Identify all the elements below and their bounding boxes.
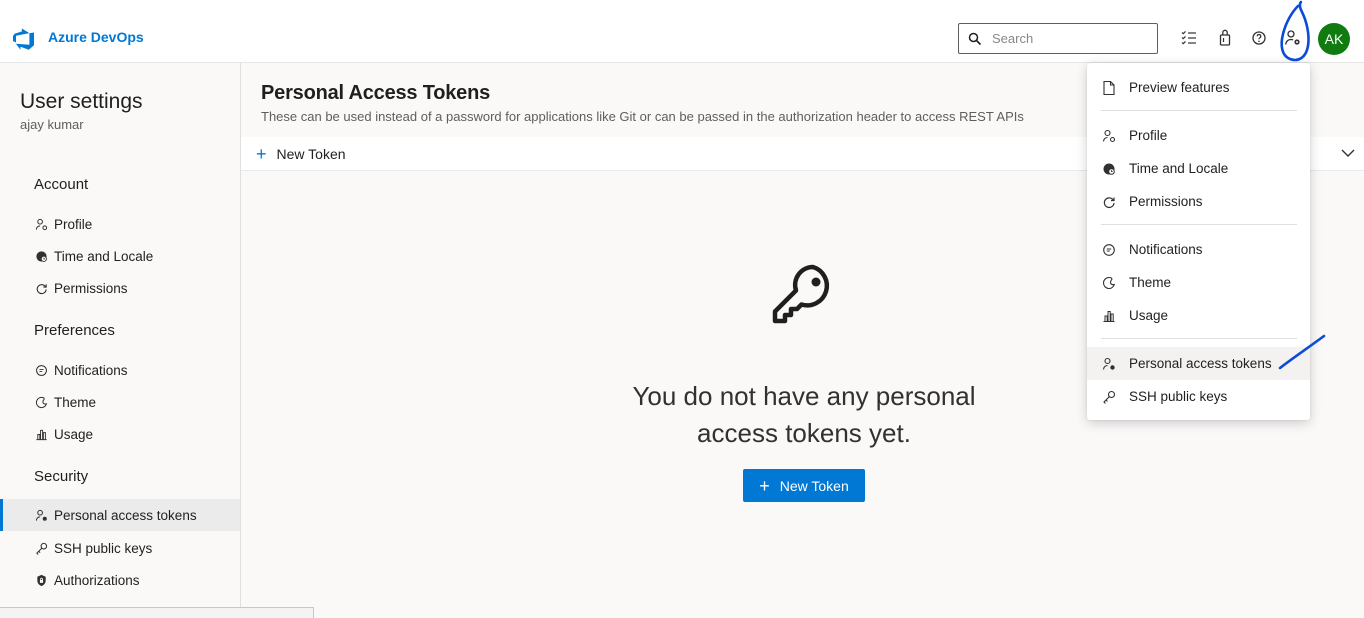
sidebar-item-label: Theme <box>54 394 97 410</box>
menu-item-label: Time and Locale <box>1129 161 1229 176</box>
menu-item-label: Theme <box>1129 275 1172 290</box>
menu-item-label: Preview features <box>1129 80 1230 95</box>
sidebar-user-name: ajay kumar <box>20 117 84 132</box>
plus-icon: + <box>759 475 770 496</box>
permissions-icon <box>34 281 48 295</box>
brand-link[interactable]: Azure DevOps <box>12 27 144 51</box>
sidebar-item-profile[interactable]: Profile <box>0 208 240 240</box>
new-token-command[interactable]: + New Token <box>256 144 346 164</box>
new-token-button[interactable]: + New Token <box>743 469 865 502</box>
profile-icon <box>1101 128 1117 144</box>
sidebar-item-usage[interactable]: Usage <box>0 418 240 450</box>
key-icon <box>34 541 48 555</box>
sidebar-item-label: Personal access tokens <box>54 507 197 523</box>
sidebar-item-time-and-locale[interactable]: Time and Locale <box>0 240 240 272</box>
sidebar-item-label: SSH public keys <box>54 540 153 556</box>
menu-item-label: Personal access tokens <box>1129 356 1272 371</box>
notifications-icon <box>34 363 48 377</box>
sidebar-item-label: Permissions <box>54 280 128 296</box>
lock-icon <box>34 573 48 587</box>
menu-item-label: Usage <box>1129 308 1169 323</box>
sidebar-group-account: Account <box>34 176 89 193</box>
menu-item-label: Profile <box>1129 128 1168 143</box>
sidebar-item-authorizations[interactable]: Authorizations <box>0 564 240 596</box>
sidebar-item-ssh-public-keys[interactable]: SSH public keys <box>0 532 240 564</box>
menu-item-personal-access-tokens[interactable]: Personal access tokens <box>1087 347 1310 380</box>
search-input[interactable] <box>992 31 1142 46</box>
globe-icon <box>1101 161 1117 177</box>
user-settings-menu: Preview features Profile Time and Locale… <box>1087 63 1310 420</box>
user-gear-icon <box>1285 30 1300 45</box>
profile-icon <box>34 217 48 231</box>
menu-item-time-and-locale[interactable]: Time and Locale <box>1087 152 1310 185</box>
globe-icon <box>34 249 48 263</box>
theme-icon <box>1101 275 1117 291</box>
azure-devops-logo-icon <box>13 28 34 50</box>
document-icon <box>1101 80 1117 96</box>
shopping-bag-icon <box>1219 29 1231 46</box>
top-bar: Azure DevOps Search AK <box>0 0 1364 63</box>
sidebar-group-preferences: Preferences <box>34 322 115 339</box>
search-icon <box>968 32 982 45</box>
menu-item-notifications[interactable]: Notifications <box>1087 233 1310 266</box>
sidebar-item-personal-access-tokens[interactable]: Personal access tokens <box>0 499 240 531</box>
menu-divider <box>1101 110 1297 111</box>
brand-name: Azure DevOps <box>48 29 144 45</box>
new-token-command-label: New Token <box>276 146 346 162</box>
help-glyph-icon <box>1252 31 1266 45</box>
key-illustration-icon <box>772 264 830 324</box>
menu-item-label: SSH public keys <box>1129 389 1228 404</box>
sidebar-group-security: Security <box>34 468 89 485</box>
sidebar-item-label: Profile <box>54 216 93 232</box>
user-settings-icon[interactable] <box>1283 28 1303 48</box>
sidebar-item-theme[interactable]: Theme <box>0 386 240 418</box>
page-description: These can be used instead of a password … <box>261 109 1024 124</box>
permissions-icon <box>1101 194 1117 210</box>
notifications-icon <box>1101 242 1117 258</box>
sidebar-item-permissions[interactable]: Permissions <box>0 272 240 304</box>
menu-item-theme[interactable]: Theme <box>1087 266 1310 299</box>
sidebar-item-label: Time and Locale <box>54 248 154 264</box>
token-icon <box>34 508 48 522</box>
task-list-icon[interactable] <box>1179 28 1199 48</box>
page-title: Personal Access Tokens <box>261 82 491 104</box>
theme-icon <box>34 395 48 409</box>
chevron-down-icon[interactable] <box>1340 145 1356 161</box>
menu-item-label: Permissions <box>1129 194 1203 209</box>
menu-item-profile[interactable]: Profile <box>1087 119 1310 152</box>
usage-icon <box>1101 308 1117 324</box>
key-icon <box>1101 389 1117 405</box>
new-token-button-label: New Token <box>779 477 849 494</box>
token-icon <box>1101 356 1117 372</box>
usage-icon <box>34 427 48 441</box>
browser-status-bar <box>0 607 314 618</box>
help-icon[interactable] <box>1249 28 1269 48</box>
search-box[interactable] <box>958 23 1158 54</box>
empty-state-message: You do not have any personal access toke… <box>632 381 976 448</box>
menu-divider <box>1101 338 1297 339</box>
menu-item-label: Notifications <box>1129 242 1203 257</box>
sidebar-item-label: Authorizations <box>54 572 140 588</box>
marketplace-icon[interactable] <box>1215 28 1235 48</box>
sidebar-item-notifications[interactable]: Notifications <box>0 354 240 386</box>
sidebar-item-label: Notifications <box>54 362 128 378</box>
menu-item-ssh-public-keys[interactable]: SSH public keys <box>1087 380 1310 413</box>
menu-item-permissions[interactable]: Permissions <box>1087 185 1310 218</box>
sidebar-title: User settings <box>20 90 143 113</box>
menu-divider <box>1101 224 1297 225</box>
task-list-icon-glyph <box>1181 30 1196 45</box>
plus-icon: + <box>256 144 267 164</box>
sidebar: User settings ajay kumar Account Profile… <box>0 63 241 618</box>
avatar[interactable]: AK <box>1318 23 1350 55</box>
menu-item-preview-features[interactable]: Preview features <box>1087 71 1310 104</box>
sidebar-item-label: Usage <box>54 426 94 442</box>
menu-item-usage[interactable]: Usage <box>1087 299 1310 332</box>
